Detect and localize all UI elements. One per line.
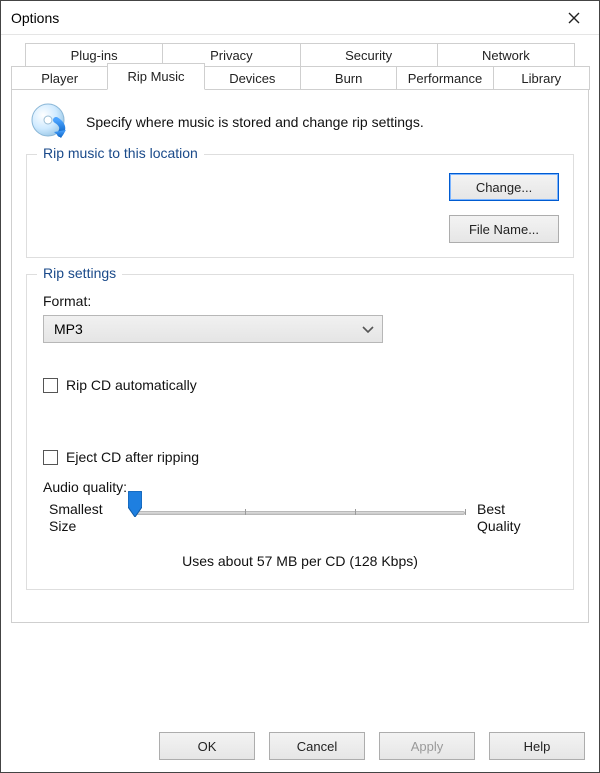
close-button[interactable]: [559, 5, 589, 31]
audio-quality-slider[interactable]: [135, 501, 465, 515]
help-button[interactable]: Help: [489, 732, 585, 760]
tab-burn[interactable]: Burn: [300, 66, 397, 90]
cancel-button[interactable]: Cancel: [269, 732, 365, 760]
titlebar: Options: [1, 1, 599, 35]
slider-right-label: Best Quality: [477, 501, 551, 535]
rip-auto-label: Rip CD automatically: [66, 377, 197, 393]
options-window: Options Plug-ins Privacy Security Networ…: [0, 0, 600, 773]
format-select[interactable]: MP3: [43, 315, 383, 343]
file-name-button[interactable]: File Name...: [449, 215, 559, 243]
rip-music-icon: [30, 102, 70, 142]
eject-checkbox[interactable]: [43, 450, 58, 465]
eject-row[interactable]: Eject CD after ripping: [43, 449, 557, 465]
group-rip-location-legend: Rip music to this location: [37, 145, 204, 161]
window-title: Options: [11, 10, 59, 26]
slider-left-label: Smallest Size: [49, 501, 123, 535]
close-icon: [568, 12, 580, 24]
ok-button[interactable]: OK: [159, 732, 255, 760]
group-rip-settings-legend: Rip settings: [37, 265, 122, 281]
tab-devices[interactable]: Devices: [204, 66, 301, 90]
tab-network[interactable]: Network: [437, 43, 575, 67]
audio-quality-slider-wrap: Smallest Size: [43, 501, 557, 569]
content-area: Plug-ins Privacy Security Network Player…: [1, 35, 599, 720]
audio-quality-label: Audio quality:: [43, 479, 557, 495]
format-label: Format:: [43, 293, 557, 309]
tab-library[interactable]: Library: [493, 66, 590, 90]
panel-description: Specify where music is stored and change…: [86, 114, 424, 130]
tab-performance[interactable]: Performance: [396, 66, 493, 90]
group-rip-location: Rip music to this location Change... Fil…: [26, 154, 574, 258]
slider-thumb-icon[interactable]: [128, 491, 142, 517]
tab-panel-rip-music: Specify where music is stored and change…: [11, 89, 589, 623]
eject-label: Eject CD after ripping: [66, 449, 199, 465]
tabs: Plug-ins Privacy Security Network Player…: [11, 43, 589, 623]
group-rip-settings: Rip settings Format: MP3 Rip CD automati…: [26, 274, 574, 590]
slider-hint: Uses about 57 MB per CD (128 Kbps): [49, 553, 551, 569]
tab-player[interactable]: Player: [11, 66, 108, 90]
apply-button[interactable]: Apply: [379, 732, 475, 760]
dialog-button-bar: OK Cancel Apply Help: [1, 720, 599, 772]
rip-auto-checkbox[interactable]: [43, 378, 58, 393]
change-button[interactable]: Change...: [449, 173, 559, 201]
rip-auto-row[interactable]: Rip CD automatically: [43, 377, 557, 393]
chevron-down-icon: [362, 321, 374, 337]
format-value: MP3: [54, 321, 83, 337]
tab-rip-music[interactable]: Rip Music: [107, 63, 204, 90]
tab-security[interactable]: Security: [300, 43, 438, 67]
